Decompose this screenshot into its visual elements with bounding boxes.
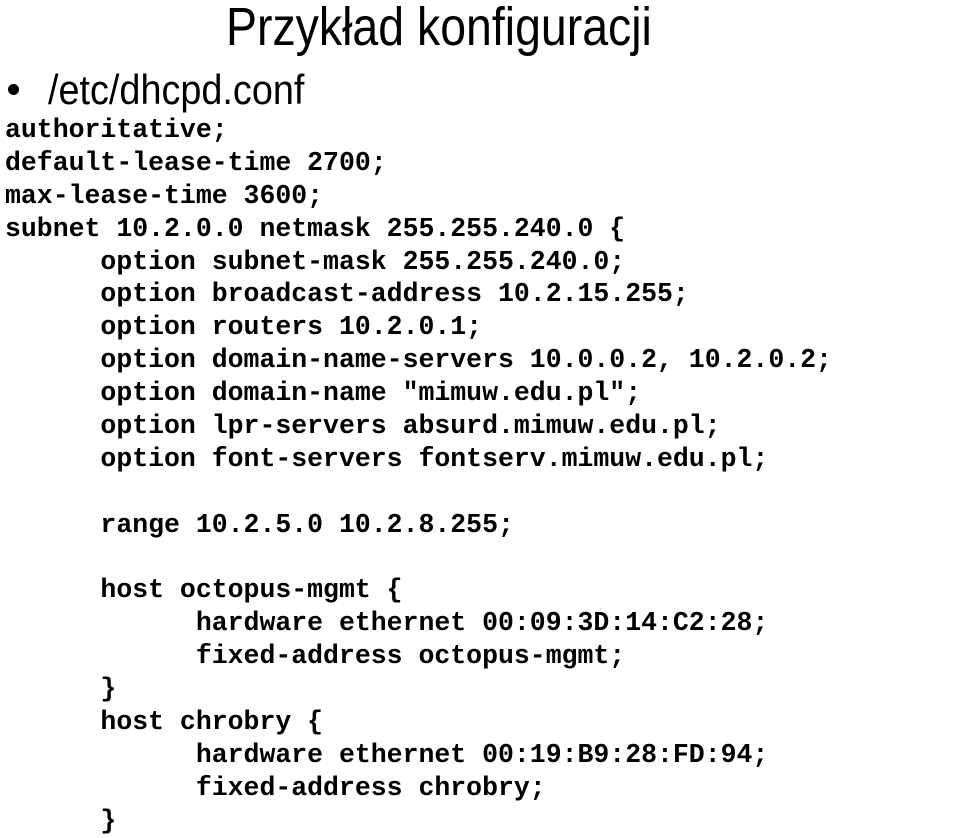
code-line: option domain-name-servers 10.0.0.2, 10.…: [5, 345, 832, 376]
code-line: option broadcast-address 10.2.15.255;: [5, 279, 689, 310]
code-line: option subnet-mask 255.255.240.0;: [5, 246, 626, 277]
slide-title: Przykład konfiguracji: [226, 0, 652, 57]
bullet-icon: [8, 84, 19, 95]
code-line: }: [5, 674, 117, 705]
code-line: option domain-name "mimuw.edu.pl";: [5, 378, 642, 409]
code-line: hardware ethernet 00:09:3D:14:C2:28;: [5, 608, 769, 639]
code-line: range 10.2.5.0 10.2.8.255;: [5, 509, 514, 540]
code-line: fixed-address chrobry;: [5, 772, 546, 803]
code-line: hardware ethernet 00:19:B9:28:FD:94;: [5, 739, 769, 770]
code-line: fixed-address octopus-mgmt;: [5, 641, 626, 672]
code-line: authoritative;: [5, 115, 228, 145]
code-line: default-lease-time 2700;: [5, 147, 387, 178]
code-line: host octopus-mgmt {: [5, 575, 403, 606]
code-line: option routers 10.2.0.1;: [5, 312, 483, 343]
code-line: host chrobry {: [5, 707, 324, 738]
code-line: subnet 10.2.0.0 netmask 255.255.240.0 {: [5, 213, 626, 244]
code-line: }: [5, 805, 117, 836]
code-line: option font-servers fontserv.mimuw.edu.p…: [5, 443, 769, 474]
code-line: max-lease-time 3600;: [5, 180, 324, 211]
code-line: option lpr-servers absurd.mimuw.edu.pl;: [5, 411, 721, 442]
config-code-block: authoritative; default-lease-time 2700; ma…: [5, 114, 832, 838]
bullet-text: /etc/dhcpd.conf: [48, 66, 305, 113]
